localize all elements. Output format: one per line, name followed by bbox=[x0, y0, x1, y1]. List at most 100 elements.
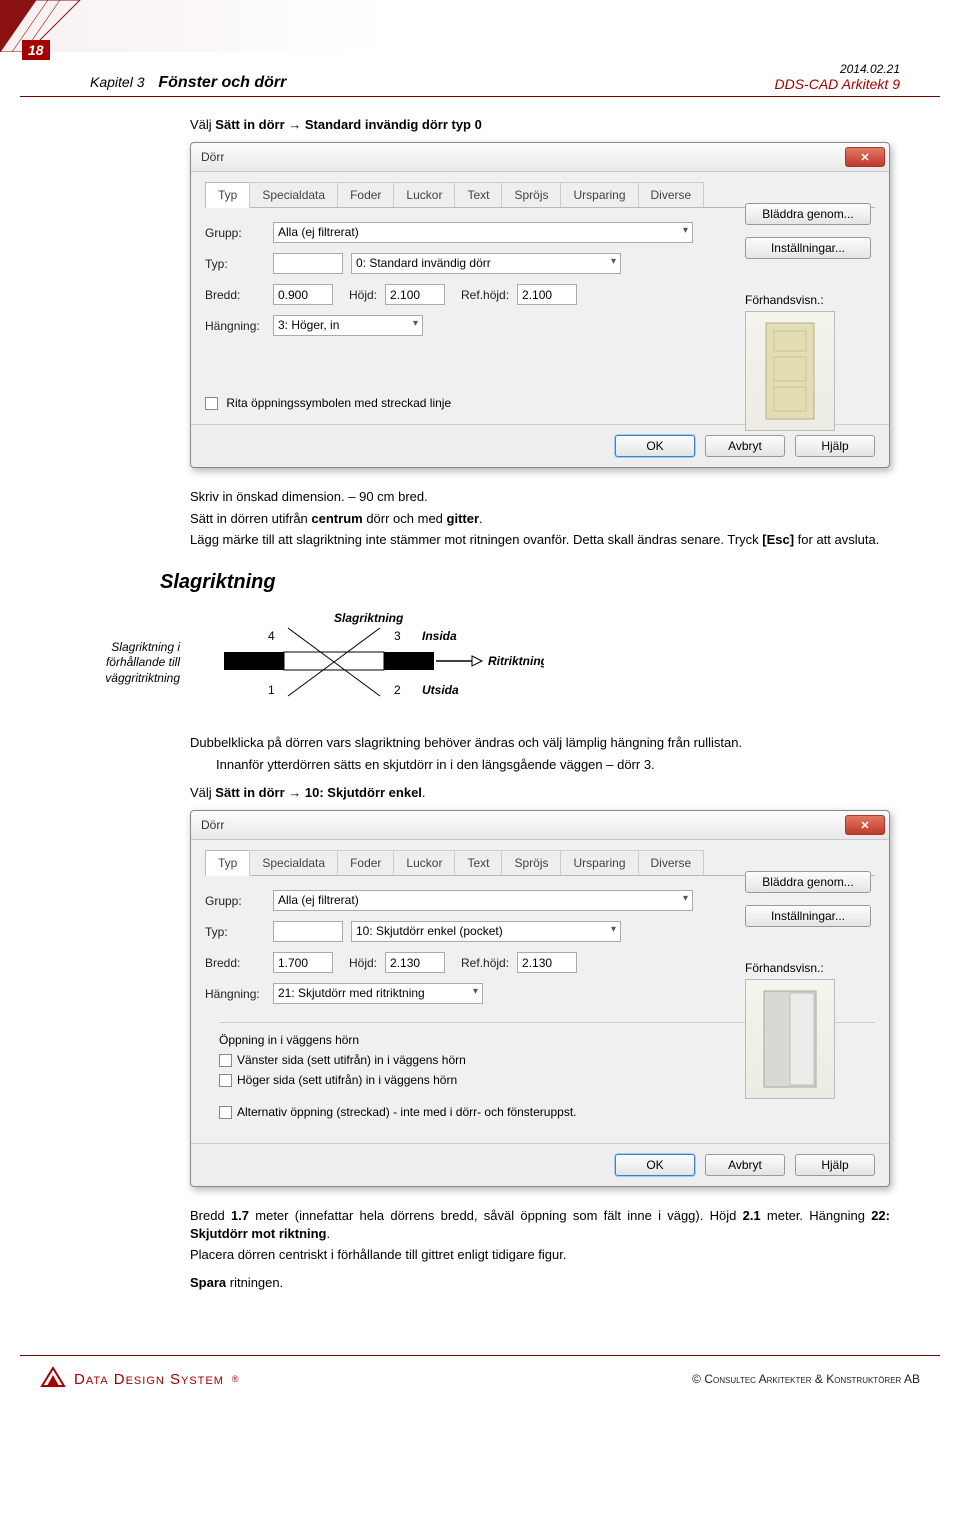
ok-button[interactable]: OK bbox=[615, 1154, 695, 1176]
hojd-input[interactable] bbox=[385, 952, 445, 973]
svg-text:Ritriktning: Ritriktning bbox=[488, 654, 544, 668]
bredd-input[interactable] bbox=[273, 284, 333, 305]
hojd-input[interactable] bbox=[385, 284, 445, 305]
preview-pane-2: Förhandsvisn.: bbox=[745, 961, 855, 1099]
tab-text[interactable]: Text bbox=[454, 182, 502, 207]
hangning-select[interactable]: 21: Skjutdörr med ritriktning bbox=[273, 983, 483, 1004]
tab-sprojs[interactable]: Spröjs bbox=[501, 850, 561, 875]
browse-button[interactable]: Bläddra genom... bbox=[745, 871, 871, 893]
label-bredd: Bredd: bbox=[205, 956, 265, 970]
close-icon[interactable]: ✕ bbox=[845, 815, 885, 835]
typ-name-select[interactable]: 10: Skjutdörr enkel (pocket) bbox=[351, 921, 621, 942]
svg-text:3: 3 bbox=[394, 629, 401, 643]
footer-logo-text: Data Design System bbox=[74, 1371, 224, 1388]
svg-text:4: 4 bbox=[268, 629, 275, 643]
header-date: 2014.02.21 bbox=[774, 62, 900, 76]
door-preview-1 bbox=[745, 311, 835, 431]
vanster-label: Vänster sida (sett utifrån) in i väggens… bbox=[237, 1053, 466, 1067]
logo-icon bbox=[40, 1366, 66, 1392]
dialog1-title: Dörr bbox=[201, 150, 845, 164]
tab-diverse[interactable]: Diverse bbox=[638, 182, 705, 207]
preview-label: Förhandsvisn.: bbox=[745, 293, 855, 307]
close-icon[interactable]: ✕ bbox=[845, 147, 885, 167]
hjalp-button[interactable]: Hjälp bbox=[795, 435, 875, 457]
svg-text:Utsida: Utsida bbox=[422, 683, 459, 697]
slagriktning-diagram: Slagriktning 4 3 1 2 Insida Utsida Ritri… bbox=[204, 608, 544, 718]
tab-specialdata[interactable]: Specialdata bbox=[249, 850, 338, 875]
label-hangning: Hängning: bbox=[205, 319, 265, 333]
label-hangning: Hängning: bbox=[205, 987, 265, 1001]
dialog-door-2: Dörr ✕ Typ Specialdata Foder Luckor Text… bbox=[190, 810, 890, 1187]
hoger-label: Höger sida (sett utifrån) in i väggens h… bbox=[237, 1073, 457, 1087]
streckad-checkbox[interactable] bbox=[205, 397, 218, 410]
footer-copyright: © Consultec Arkitekter & Konstruktörer A… bbox=[692, 1372, 920, 1386]
label-bredd: Bredd: bbox=[205, 288, 265, 302]
bredd-input[interactable] bbox=[273, 952, 333, 973]
chapter-label: Kapitel 3 bbox=[90, 74, 144, 90]
diagram-side-note: Slagriktning i förhållande till väggritr… bbox=[70, 640, 180, 687]
typ-code-input[interactable] bbox=[273, 253, 343, 274]
typ-name-select[interactable]: 0: Standard invändig dörr bbox=[351, 253, 621, 274]
tab-luckor[interactable]: Luckor bbox=[393, 850, 455, 875]
grupp-select[interactable]: Alla (ej filtrerat) bbox=[273, 890, 693, 911]
chapter-title: Fönster och dörr bbox=[158, 74, 286, 91]
ok-button[interactable]: OK bbox=[615, 435, 695, 457]
section-heading-slagriktning: Slagriktning bbox=[160, 571, 910, 594]
vanster-checkbox[interactable] bbox=[219, 1054, 232, 1067]
streckad-label: Rita öppningssymbolen med streckad linje bbox=[226, 396, 451, 410]
label-refhojd: Ref.höjd: bbox=[461, 288, 509, 302]
instruction-choose-2: Välj Sätt in dörr → 10: Skjutdörr enkel. bbox=[190, 785, 910, 800]
page-header: Kapitel 3 Fönster och dörr 2014.02.21 DD… bbox=[20, 52, 940, 97]
settings-button[interactable]: Inställningar... bbox=[745, 237, 871, 259]
tab-typ[interactable]: Typ bbox=[205, 182, 250, 208]
svg-text:Insida: Insida bbox=[422, 629, 457, 643]
dialog-door-1: Dörr ✕ Typ Specialdata Foder Luckor Text… bbox=[190, 142, 890, 468]
hjalp-button[interactable]: Hjälp bbox=[795, 1154, 875, 1176]
diag-title: Slagriktning bbox=[334, 611, 404, 625]
hoger-checkbox[interactable] bbox=[219, 1074, 232, 1087]
tab-sprojs[interactable]: Spröjs bbox=[501, 182, 561, 207]
footer-logo: Data Design System ® bbox=[40, 1366, 239, 1392]
tab-ursparing[interactable]: Ursparing bbox=[560, 850, 638, 875]
tab-text[interactable]: Text bbox=[454, 850, 502, 875]
tab-foder[interactable]: Foder bbox=[337, 182, 394, 207]
tab-typ[interactable]: Typ bbox=[205, 850, 250, 876]
browse-button[interactable]: Bläddra genom... bbox=[745, 203, 871, 225]
label-hojd: Höjd: bbox=[349, 956, 377, 970]
tab-foder[interactable]: Foder bbox=[337, 850, 394, 875]
settings-button[interactable]: Inställningar... bbox=[745, 905, 871, 927]
page-top-band: 18 bbox=[0, 0, 960, 52]
alt-checkbox[interactable] bbox=[219, 1106, 232, 1119]
tab-specialdata[interactable]: Specialdata bbox=[249, 182, 338, 207]
paragraph-2: Dubbelklicka på dörren vars slagriktning… bbox=[190, 734, 890, 773]
dialog2-title: Dörr bbox=[201, 818, 845, 832]
avbryt-button[interactable]: Avbryt bbox=[705, 435, 785, 457]
label-typ: Typ: bbox=[205, 925, 265, 939]
header-product: DDS-CAD Arkitekt 9 bbox=[774, 76, 900, 92]
alt-label: Alternativ öppning (streckad) - inte med… bbox=[237, 1105, 577, 1119]
label-grupp: Grupp: bbox=[205, 226, 265, 240]
paragraph-1: Skriv in önskad dimension. – 90 cm bred.… bbox=[190, 488, 890, 549]
tab-luckor[interactable]: Luckor bbox=[393, 182, 455, 207]
tab-ursparing[interactable]: Ursparing bbox=[560, 182, 638, 207]
page-number: 18 bbox=[22, 40, 50, 60]
preview-label: Förhandsvisn.: bbox=[745, 961, 855, 975]
label-hojd: Höjd: bbox=[349, 288, 377, 302]
door-preview-2 bbox=[745, 979, 835, 1099]
label-grupp: Grupp: bbox=[205, 894, 265, 908]
refhojd-input[interactable] bbox=[517, 952, 577, 973]
hangning-select[interactable]: 3: Höger, in bbox=[273, 315, 423, 336]
page-footer: Data Design System ® © Consultec Arkitek… bbox=[20, 1355, 940, 1412]
svg-text:1: 1 bbox=[268, 683, 275, 697]
typ-code-input[interactable] bbox=[273, 921, 343, 942]
svg-text:2: 2 bbox=[394, 683, 401, 697]
label-refhojd: Ref.höjd: bbox=[461, 956, 509, 970]
tab-diverse[interactable]: Diverse bbox=[638, 850, 705, 875]
instruction-choose-1: Välj Sätt in dörr → Standard invändig dö… bbox=[190, 117, 910, 132]
refhojd-input[interactable] bbox=[517, 284, 577, 305]
avbryt-button[interactable]: Avbryt bbox=[705, 1154, 785, 1176]
slagriktning-diagram-row: Slagriktning i förhållande till väggritr… bbox=[70, 608, 910, 718]
preview-pane: Förhandsvisn.: bbox=[745, 293, 855, 431]
paragraph-3: Bredd 1.7 meter (innefattar hela dörrens… bbox=[190, 1207, 890, 1291]
grupp-select[interactable]: Alla (ej filtrerat) bbox=[273, 222, 693, 243]
